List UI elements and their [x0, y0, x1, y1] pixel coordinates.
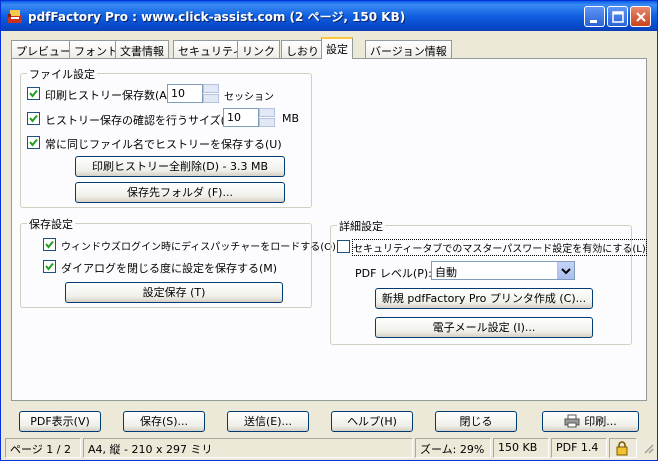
- app-window: pdfFactory Pro : www.click-assist.com (2…: [0, 0, 658, 461]
- file-settings-group: ファイル設定 印刷ヒストリー保存数(A): 10 セッション ヒストリー保存の確…: [20, 66, 312, 208]
- resize-grip-icon: [644, 444, 654, 454]
- delete-history-button[interactable]: 印刷ヒストリー全削除(D) - 3.3 MB: [75, 156, 285, 177]
- tab-preview[interactable]: プレビュー: [11, 40, 76, 59]
- pdf-view-button[interactable]: PDF表示(V): [19, 411, 101, 432]
- send-button[interactable]: 送信(E)...: [227, 411, 309, 432]
- title-bar[interactable]: pdfFactory Pro : www.click-assist.com (2…: [1, 1, 657, 31]
- status-paper: A4, 縦 - 210 x 297 ミリ: [83, 438, 413, 458]
- tab-links[interactable]: リンク: [237, 40, 280, 59]
- save-on-close-checkbox[interactable]: [43, 260, 56, 273]
- checkmark-icon: [29, 138, 38, 147]
- print-history-spinner[interactable]: [203, 84, 219, 103]
- tab-version-info[interactable]: バージョン情報: [365, 40, 452, 59]
- save-on-close-label: ダイアログを閉じる度に設定を保存する(M): [61, 262, 278, 275]
- close-button[interactable]: [630, 6, 651, 27]
- advanced-settings-group: 詳細設定 セキュリティータブでのマスターパスワード設定を有効にする(L) PDF…: [330, 218, 647, 345]
- checkmark-icon: [45, 240, 54, 249]
- file-settings-title: ファイル設定: [27, 66, 97, 82]
- same-name-label: 常に同じファイル名でヒストリーを保存する(U): [45, 138, 282, 151]
- maximize-button[interactable]: [607, 6, 628, 27]
- close-icon: [636, 12, 646, 22]
- status-zoom: ズーム: 29%: [415, 438, 491, 458]
- print-label: 印刷...: [584, 415, 617, 428]
- pdf-level-label: PDF レベル(P):: [355, 267, 432, 280]
- chevron-down-icon: [561, 268, 571, 275]
- master-password-label: セキュリティータブでのマスターパスワード設定を有効にする(L): [352, 239, 647, 256]
- advanced-settings-title: 詳細設定: [337, 218, 385, 234]
- save-folder-button[interactable]: 保存先フォルダ (F)...: [75, 182, 285, 203]
- help-button[interactable]: ヘルプ(H): [331, 411, 413, 432]
- status-lock[interactable]: [609, 438, 637, 458]
- dropdown-arrow[interactable]: [557, 262, 574, 279]
- history-confirm-checkbox[interactable]: [27, 112, 40, 125]
- save-button[interactable]: 保存(S)...: [123, 411, 205, 432]
- minimize-button[interactable]: [584, 6, 605, 27]
- history-confirm-unit: MB: [282, 112, 300, 125]
- status-size: 150 KB: [493, 438, 549, 458]
- save-settings-title: 保存設定: [27, 216, 75, 232]
- same-name-checkbox[interactable]: [27, 136, 40, 149]
- new-printer-button[interactable]: 新規 pdfFactory Pro プリンタ作成 (C)...: [375, 288, 593, 309]
- status-pdf-version: PDF 1.4: [551, 438, 607, 458]
- pdf-level-value: 自動: [435, 266, 457, 279]
- print-history-checkbox[interactable]: [27, 87, 40, 100]
- tab-bookmarks[interactable]: しおり: [281, 40, 324, 59]
- print-button[interactable]: 印刷...: [542, 411, 639, 432]
- load-dispatcher-checkbox[interactable]: [43, 238, 56, 251]
- email-settings-button[interactable]: 電子メール設定 (I)...: [375, 317, 593, 338]
- history-confirm-size-input[interactable]: 10: [223, 108, 259, 127]
- print-history-count-input[interactable]: 10: [167, 84, 203, 103]
- history-confirm-spinner[interactable]: [259, 108, 275, 127]
- save-settings-button[interactable]: 設定保存 (T): [65, 282, 283, 303]
- checkmark-icon: [45, 262, 54, 271]
- history-confirm-label: ヒストリー保存の確認を行うサイズ(B):: [45, 114, 241, 127]
- pdf-level-select[interactable]: 自動: [431, 261, 575, 280]
- checkmark-icon: [29, 114, 38, 123]
- load-dispatcher-label: ウィンドウズログイン時にディスパッチャーをロードする(O): [61, 242, 336, 253]
- maximize-icon: [612, 11, 624, 23]
- status-page: ページ 1 / 2: [5, 438, 81, 458]
- tab-document-info[interactable]: 文書情報: [115, 40, 169, 59]
- tab-settings[interactable]: 設定: [321, 37, 353, 59]
- printer-icon: [564, 414, 580, 428]
- checkmark-icon: [29, 89, 38, 98]
- pdffactory-app-icon[interactable]: [7, 8, 23, 24]
- close-dialog-button[interactable]: 閉じる: [435, 411, 517, 432]
- resize-grip[interactable]: [641, 441, 655, 455]
- settings-panel: ファイル設定 印刷ヒストリー保存数(A): 10 セッション ヒストリー保存の確…: [11, 58, 647, 401]
- minimize-icon: [590, 20, 597, 23]
- lock-icon: [616, 441, 628, 456]
- print-history-unit: セッション: [224, 92, 274, 103]
- window-title: pdfFactory Pro : www.click-assist.com (2…: [28, 10, 406, 24]
- master-password-checkbox[interactable]: [337, 240, 350, 253]
- save-settings-group: 保存設定 ウィンドウズログイン時にディスパッチャーをロードする(O) ダイアログ…: [20, 216, 336, 308]
- print-history-label: 印刷ヒストリー保存数(A):: [45, 89, 175, 102]
